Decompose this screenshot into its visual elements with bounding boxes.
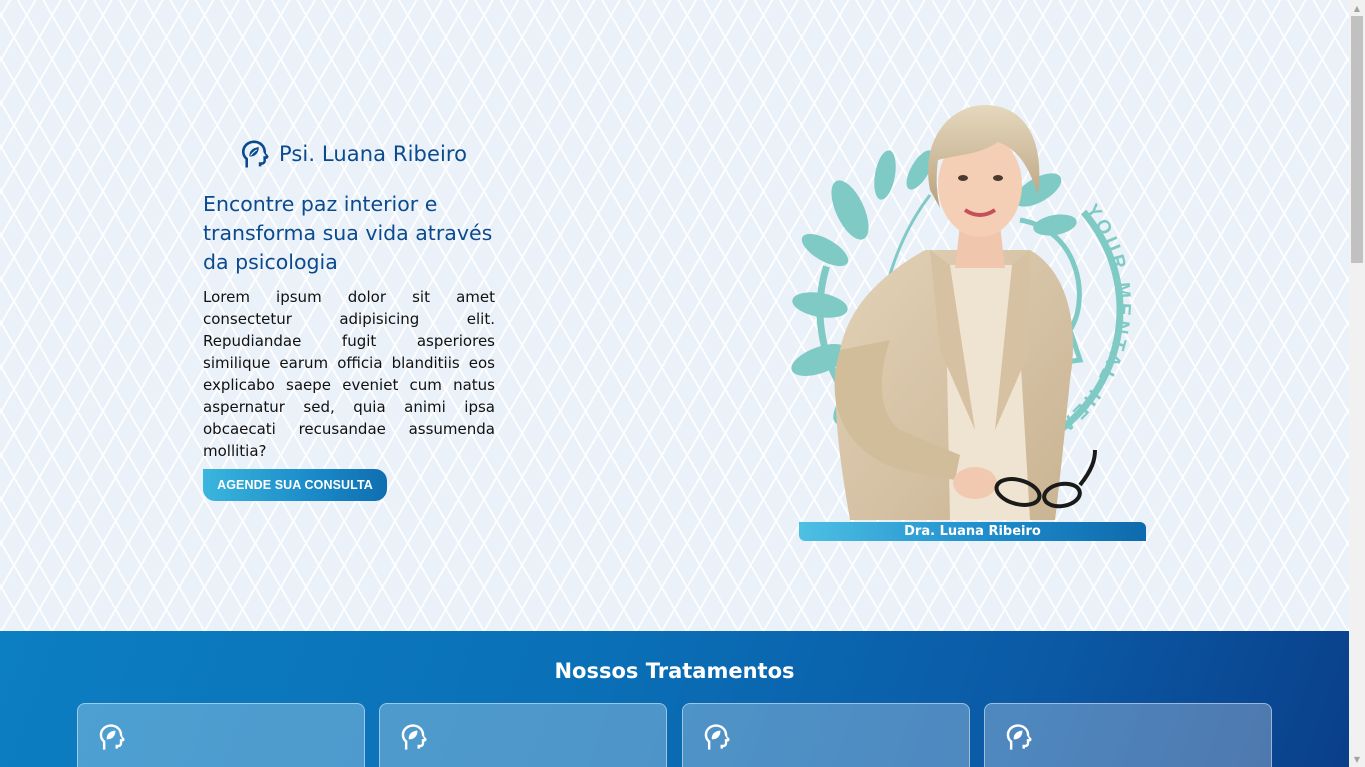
treatments-title: Nossos Tratamentos xyxy=(554,659,795,683)
schedule-appointment-button[interactable]: AGENDE SUA CONSULTA xyxy=(203,469,387,501)
hero-headline: Encontre paz interior e transforma sua v… xyxy=(203,192,493,274)
treatment-card[interactable] xyxy=(984,703,1272,767)
head-leaf-icon xyxy=(242,140,269,168)
treatments-section: Nossos Tratamentos xyxy=(0,631,1349,767)
hero-lead-text: Lorem ipsum dolor sit amet consectetur a… xyxy=(203,288,495,460)
page-scrollbar[interactable]: ▲ ▼ xyxy=(1349,0,1365,767)
hero-section: Psi. Luana Ribeiro Encontre paz interior… xyxy=(0,0,1349,631)
treatment-card[interactable] xyxy=(77,703,365,767)
treatment-card[interactable] xyxy=(379,703,667,767)
head-leaf-icon xyxy=(99,724,125,750)
doctor-portrait: YOUR MENTAL HEALTH xyxy=(780,100,1150,525)
head-leaf-icon xyxy=(1006,724,1032,750)
treatment-card[interactable] xyxy=(682,703,970,767)
brand-name: Psi. Luana Ribeiro xyxy=(279,142,468,166)
brand[interactable]: Psi. Luana Ribeiro xyxy=(238,138,467,170)
head-leaf-icon xyxy=(401,724,427,750)
scroll-up-arrow-icon[interactable]: ▲ xyxy=(1349,1,1365,15)
head-leaf-icon xyxy=(704,724,730,750)
scrollbar-thumb[interactable] xyxy=(1351,16,1363,263)
scroll-down-arrow-icon[interactable]: ▼ xyxy=(1349,752,1365,766)
doctor-name-caption: Dra. Luana Ribeiro xyxy=(799,522,1146,541)
